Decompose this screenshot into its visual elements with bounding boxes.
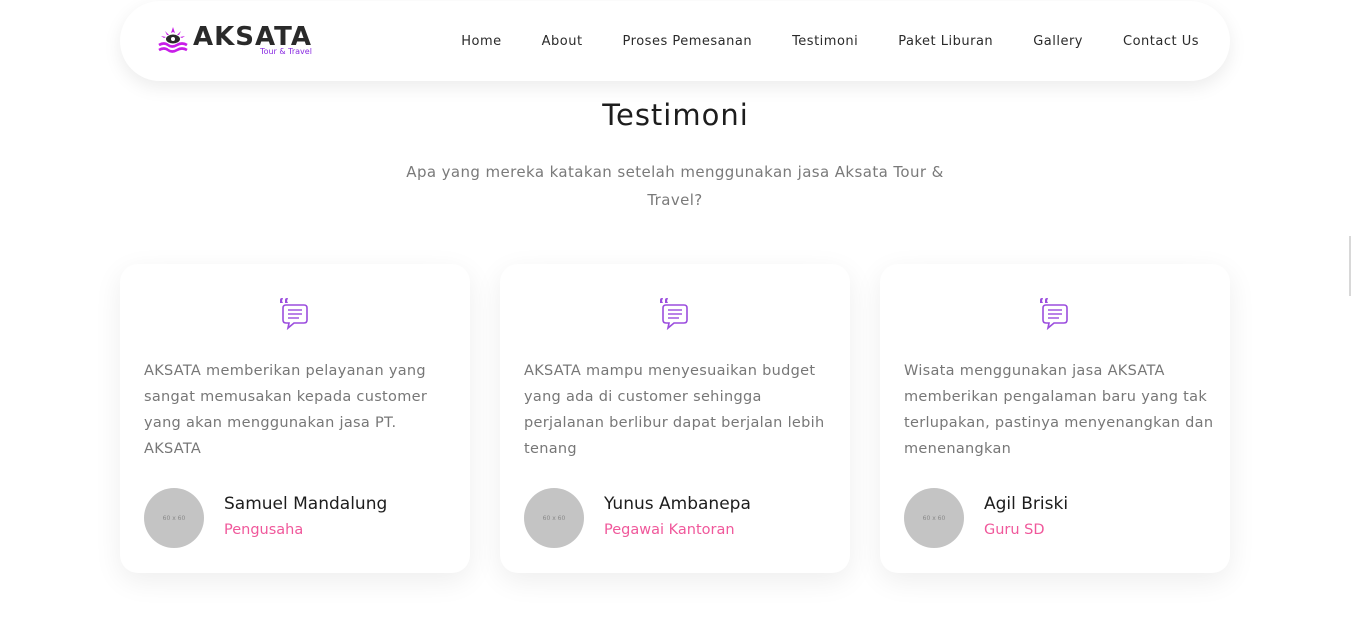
avatar: 60 x 60 (904, 488, 964, 548)
main-nav: Home About Proses Pemesanan Testimoni Pa… (421, 1, 1199, 81)
testimonial-text: Wisata menggunakan jasa AKSATA memberika… (904, 363, 1214, 457)
author-name: Yunus Ambanepa (604, 494, 751, 514)
author-name: Samuel Mandalung (224, 494, 388, 514)
author-role: Pegawai Kantoran (604, 522, 735, 538)
avatar: 60 x 60 (144, 488, 204, 548)
logo-subtitle: Tour & Travel (260, 47, 312, 56)
quote-chat-icon (1040, 298, 1068, 331)
testimonial-author: 60 x 60 Agil Briski Guru SD (904, 488, 1068, 548)
testimonial-text: AKSATA mampu menyesuaikan budget yang ad… (524, 363, 825, 457)
section-subtitle: Apa yang mereka katakan setelah mengguna… (406, 163, 944, 209)
nav-about[interactable]: About (542, 34, 583, 49)
author-role: Pengusaha (224, 522, 304, 538)
testimonial-card: Wisata menggunakan jasa AKSATA memberika… (880, 264, 1230, 573)
testimonial-card: AKSATA memberikan pelayanan yang sangat … (120, 264, 470, 573)
testimonial-text: AKSATA memberikan pelayanan yang sangat … (144, 363, 428, 457)
nav-home[interactable]: Home (461, 34, 501, 49)
nav-testimoni[interactable]: Testimoni (792, 34, 858, 49)
nav-gallery[interactable]: Gallery (1033, 34, 1083, 49)
nav-paket-liburan[interactable]: Paket Liburan (898, 34, 993, 49)
navbar: AKSATA Tour & Travel Home About Proses P… (120, 1, 1230, 81)
logo-icon (158, 27, 188, 53)
nav-contact-us[interactable]: Contact Us (1123, 34, 1199, 49)
quote-chat-icon (280, 298, 308, 331)
author-role: Guru SD (984, 522, 1045, 538)
testimonial-author: 60 x 60 Yunus Ambanepa Pegawai Kantoran (524, 488, 751, 548)
avatar: 60 x 60 (524, 488, 584, 548)
testimonial-author: 60 x 60 Samuel Mandalung Pengusaha (144, 488, 387, 548)
nav-proses-pemesanan[interactable]: Proses Pemesanan (623, 34, 753, 49)
logo[interactable]: AKSATA Tour & Travel (156, 23, 312, 57)
testimonial-card: AKSATA mampu menyesuaikan budget yang ad… (500, 264, 850, 573)
section-title: Testimoni (602, 98, 749, 132)
author-name: Agil Briski (984, 494, 1069, 514)
testimonial-list: AKSATA memberikan pelayanan yang sangat … (120, 264, 1230, 573)
quote-chat-icon (660, 298, 688, 331)
